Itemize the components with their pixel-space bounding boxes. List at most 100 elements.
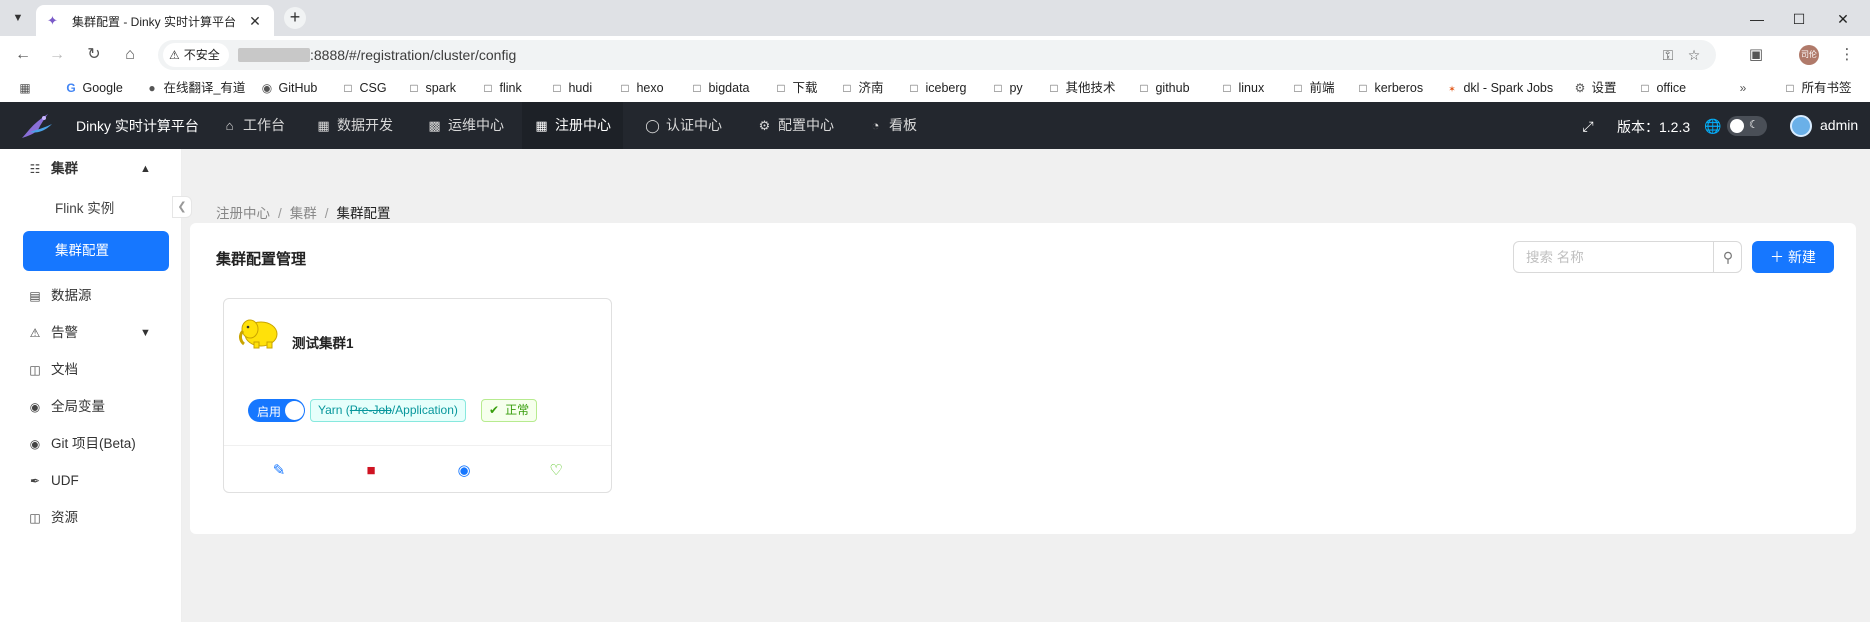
breadcrumb-separator: / — [278, 206, 282, 221]
key-icon[interactable]: ⚿ — [1658, 45, 1678, 65]
maximize-icon[interactable]: ☐ — [1789, 9, 1809, 29]
new-button-label: 新建 — [1787, 249, 1816, 265]
bookmark-google[interactable]: G Google — [63, 77, 122, 99]
new-tab-button[interactable]: + — [284, 7, 306, 29]
tab-close-icon[interactable]: ✕ — [246, 12, 264, 30]
minimize-icon[interactable]: — — [1747, 9, 1767, 29]
nav-auth[interactable]: ◯ 认证中心 — [633, 102, 734, 149]
bookmark-youdao[interactable]: ● 在线翻译_有道 — [144, 77, 245, 99]
heartbeat-icon[interactable]: ♡ — [545, 460, 567, 482]
sidebar-item-udf[interactable]: ✒ UDF — [0, 461, 182, 501]
sidebar-group-label: 集群 — [51, 161, 78, 176]
nav-data-studio[interactable]: ▦ 数据开发 — [304, 102, 405, 149]
bookmarks-overflow-icon[interactable]: » — [1735, 77, 1751, 99]
folder-icon: □ — [1223, 81, 1231, 95]
delete-icon[interactable]: ■ — [360, 460, 382, 482]
bookmark-label: 设置 — [1591, 81, 1617, 95]
bookmark-folder-frontend[interactable]: □ 前端 — [1290, 77, 1334, 99]
apps-grid-icon[interactable]: ▦ — [17, 77, 33, 99]
user-avatar[interactable] — [1790, 115, 1812, 137]
sidebar-item-label: 资源 — [51, 510, 78, 525]
nav-devops[interactable]: ▩ 运维中心 — [415, 102, 516, 149]
reload-icon[interactable]: ↻ — [83, 44, 105, 66]
sidebar-item-label: 告警 — [51, 325, 78, 340]
bookmark-folder-linux[interactable]: □ linux — [1219, 77, 1264, 99]
cluster-card[interactable]: 测试集群1 启用 Yarn (Pre-Job/Application) ✔ 正常 … — [223, 298, 612, 493]
bookmark-folder-other-tech[interactable]: □ 其他技术 — [1046, 77, 1116, 99]
bookmark-folder-download[interactable]: □ 下载 — [773, 77, 817, 99]
folder-icon: □ — [1359, 81, 1367, 95]
browser-tab[interactable]: ✦ 集群配置 - Dinky 实时计算平台 ✕ — [36, 5, 274, 36]
enable-switch[interactable]: 启用 — [248, 399, 305, 422]
bookmark-folder-kerberos[interactable]: □ kerberos — [1355, 77, 1423, 99]
search-icon[interactable]: ⚲ — [1713, 242, 1742, 272]
breadcrumb-item-current: 集群配置 — [336, 206, 391, 221]
sidebar-item-cluster-config[interactable]: 集群配置 — [23, 231, 169, 271]
bookmark-star-icon[interactable]: ☆ — [1684, 45, 1704, 65]
folder-icon: □ — [553, 81, 561, 95]
all-bookmarks-folder[interactable]: □ 所有书签 — [1782, 77, 1851, 99]
search-box: ⚲ — [1513, 241, 1742, 273]
sidebar-item-resource[interactable]: ◫ 资源 — [0, 498, 182, 538]
bookmark-folder-flink[interactable]: □ flink — [480, 77, 521, 99]
sidebar-item-alert[interactable]: ⚠ 告警 ▼ — [0, 313, 182, 353]
tool-icon: ✒ — [29, 474, 41, 488]
back-icon[interactable]: ← — [12, 44, 34, 66]
bookmark-label: hexo — [636, 81, 664, 95]
new-cluster-button[interactable]: ＋ 新建 — [1752, 241, 1834, 273]
breadcrumb-item-registration[interactable]: 注册中心 — [216, 206, 270, 221]
language-globe-icon[interactable]: 🌐 — [1703, 116, 1723, 136]
moon-icon: ☾ — [1749, 119, 1759, 131]
status-badge: ✔ 正常 — [481, 399, 538, 422]
forward-icon[interactable]: → — [46, 44, 68, 66]
sidebar-group-cluster[interactable]: ☷ 集群 ▲ — [0, 149, 182, 189]
sidebar-item-flink-instance[interactable]: Flink 实例 — [23, 189, 169, 229]
fullscreen-icon[interactable]: ⤢ — [1578, 116, 1598, 136]
bookmark-folder-csg[interactable]: □ CSG — [340, 77, 386, 99]
bookmark-folder-iceberg[interactable]: □ iceberg — [906, 77, 966, 99]
browser-menu-icon[interactable]: ⋮ — [1836, 44, 1858, 66]
database-icon: ▤ — [29, 289, 41, 303]
breadcrumb-item-cluster[interactable]: 集群 — [290, 206, 317, 221]
globe-icon: ● — [148, 81, 156, 95]
security-label: 不安全 — [183, 48, 220, 62]
bookmark-folder-hudi[interactable]: □ hudi — [549, 77, 592, 99]
security-chip[interactable]: ⚠ 不安全 — [163, 43, 229, 67]
window-close-icon[interactable]: ✕ — [1833, 9, 1853, 29]
nav-workbench[interactable]: ⌂ 工作台 — [210, 102, 297, 149]
home-icon[interactable]: ⌂ — [119, 44, 141, 66]
extensions-icon[interactable]: ▣ — [1745, 44, 1767, 66]
search-input[interactable] — [1514, 242, 1713, 272]
nav-dashboard[interactable]: ◔ 看板 — [856, 102, 929, 149]
play-circle-icon[interactable]: ◉ — [453, 460, 475, 482]
bookmark-folder-office[interactable]: □ office — [1637, 77, 1686, 99]
bookmark-folder-bigdata[interactable]: □ bigdata — [689, 77, 750, 99]
bookmark-folder-hexo[interactable]: □ hexo — [617, 77, 664, 99]
bookmark-folder-spark[interactable]: □ spark — [406, 77, 456, 99]
bookmark-folder-github[interactable]: □ github — [1136, 77, 1189, 99]
tab-search-chevron-icon[interactable]: ▼ — [8, 8, 28, 28]
sidebar-collapse-button[interactable]: ❮ — [172, 196, 192, 218]
bookmark-github[interactable]: ◉ GitHub — [259, 77, 318, 99]
sidebar-item-datasource[interactable]: ▤ 数据源 — [0, 276, 182, 316]
bookmark-spark-jobs[interactable]: ✶ dkl - Spark Jobs — [1444, 77, 1553, 99]
bookmark-folder-jinan[interactable]: □ 济南 — [839, 77, 883, 99]
address-bar[interactable]: ⚠ 不安全 :8888/#/registration/cluster/config… — [158, 40, 1716, 70]
sidebar-item-git-project[interactable]: ◉ Git 项目(Beta) — [0, 424, 182, 464]
google-icon: G — [66, 81, 76, 95]
username[interactable]: admin — [1820, 117, 1858, 133]
bookmark-label: 其他技术 — [1065, 81, 1116, 95]
sidebar-item-document[interactable]: ◫ 文档 — [0, 350, 182, 390]
nav-registration[interactable]: ▦ 注册中心 — [522, 102, 623, 149]
browser-tab-strip: ▼ ✦ 集群配置 - Dinky 实时计算平台 ✕ + — ☐ ✕ — [0, 0, 1870, 36]
theme-toggle[interactable]: ☾ — [1727, 116, 1767, 136]
bookmark-settings[interactable]: ⚙ 设置 — [1572, 77, 1617, 99]
tab-title: 集群配置 - Dinky 实时计算平台 — [72, 15, 237, 29]
bookmark-label: bigdata — [708, 81, 750, 95]
dinky-logo-icon[interactable] — [18, 110, 56, 142]
sidebar-item-global-variable[interactable]: ◉ 全局变量 — [0, 387, 182, 427]
profile-avatar[interactable]: 司伦 — [1799, 45, 1819, 65]
nav-settings[interactable]: ⚙ 配置中心 — [745, 102, 846, 149]
edit-icon[interactable]: ✎ — [268, 460, 290, 482]
bookmark-folder-py[interactable]: □ py — [990, 77, 1022, 99]
